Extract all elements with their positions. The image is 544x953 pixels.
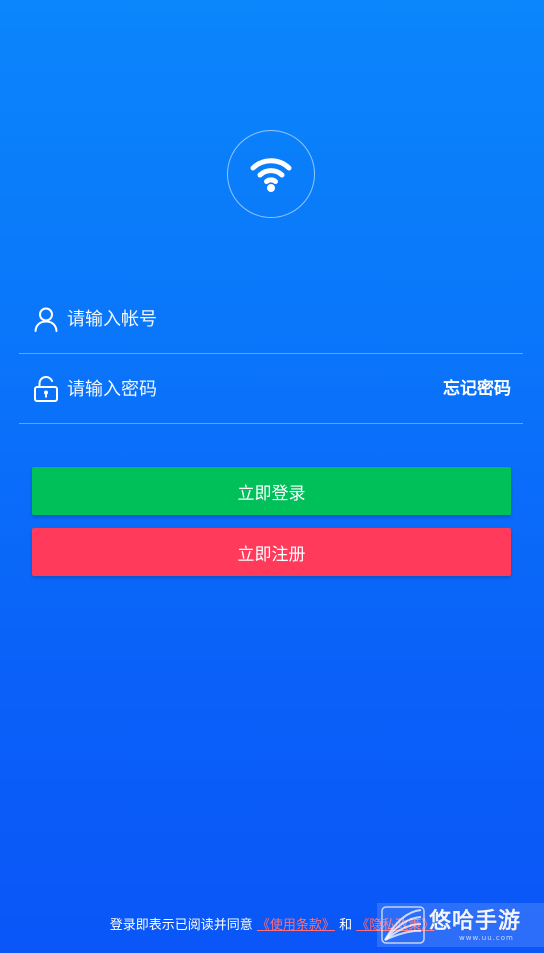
forgot-password-link[interactable]: 忘记密码 (443, 354, 511, 424)
terms-conjunction-text: 和 (339, 918, 353, 933)
account-input[interactable] (67, 284, 427, 354)
wifi-icon (250, 158, 292, 192)
watermark-logo-icon (381, 906, 425, 944)
account-field (19, 284, 523, 354)
watermark-url: www.uu.com (459, 934, 514, 942)
user-icon (34, 307, 58, 332)
password-input[interactable] (67, 354, 427, 424)
register-button[interactable]: 立即注册 (32, 528, 511, 576)
password-field: 忘记密码 (19, 354, 523, 424)
lock-icon (34, 376, 58, 402)
watermark-text: 悠哈手游 (429, 908, 522, 934)
login-button[interactable]: 立即登录 (32, 467, 511, 515)
watermark: 悠哈手游 www.uu.com (377, 903, 544, 947)
login-screen: 忘记密码 立即登录 立即注册 登录即表示已阅读并同意 《使用条款》 和 《隐私政… (0, 0, 544, 953)
terms-prefix-text: 登录即表示已阅读并同意 (109, 918, 253, 933)
app-logo (227, 130, 315, 218)
terms-of-use-link[interactable]: 《使用条款》 (257, 918, 335, 933)
